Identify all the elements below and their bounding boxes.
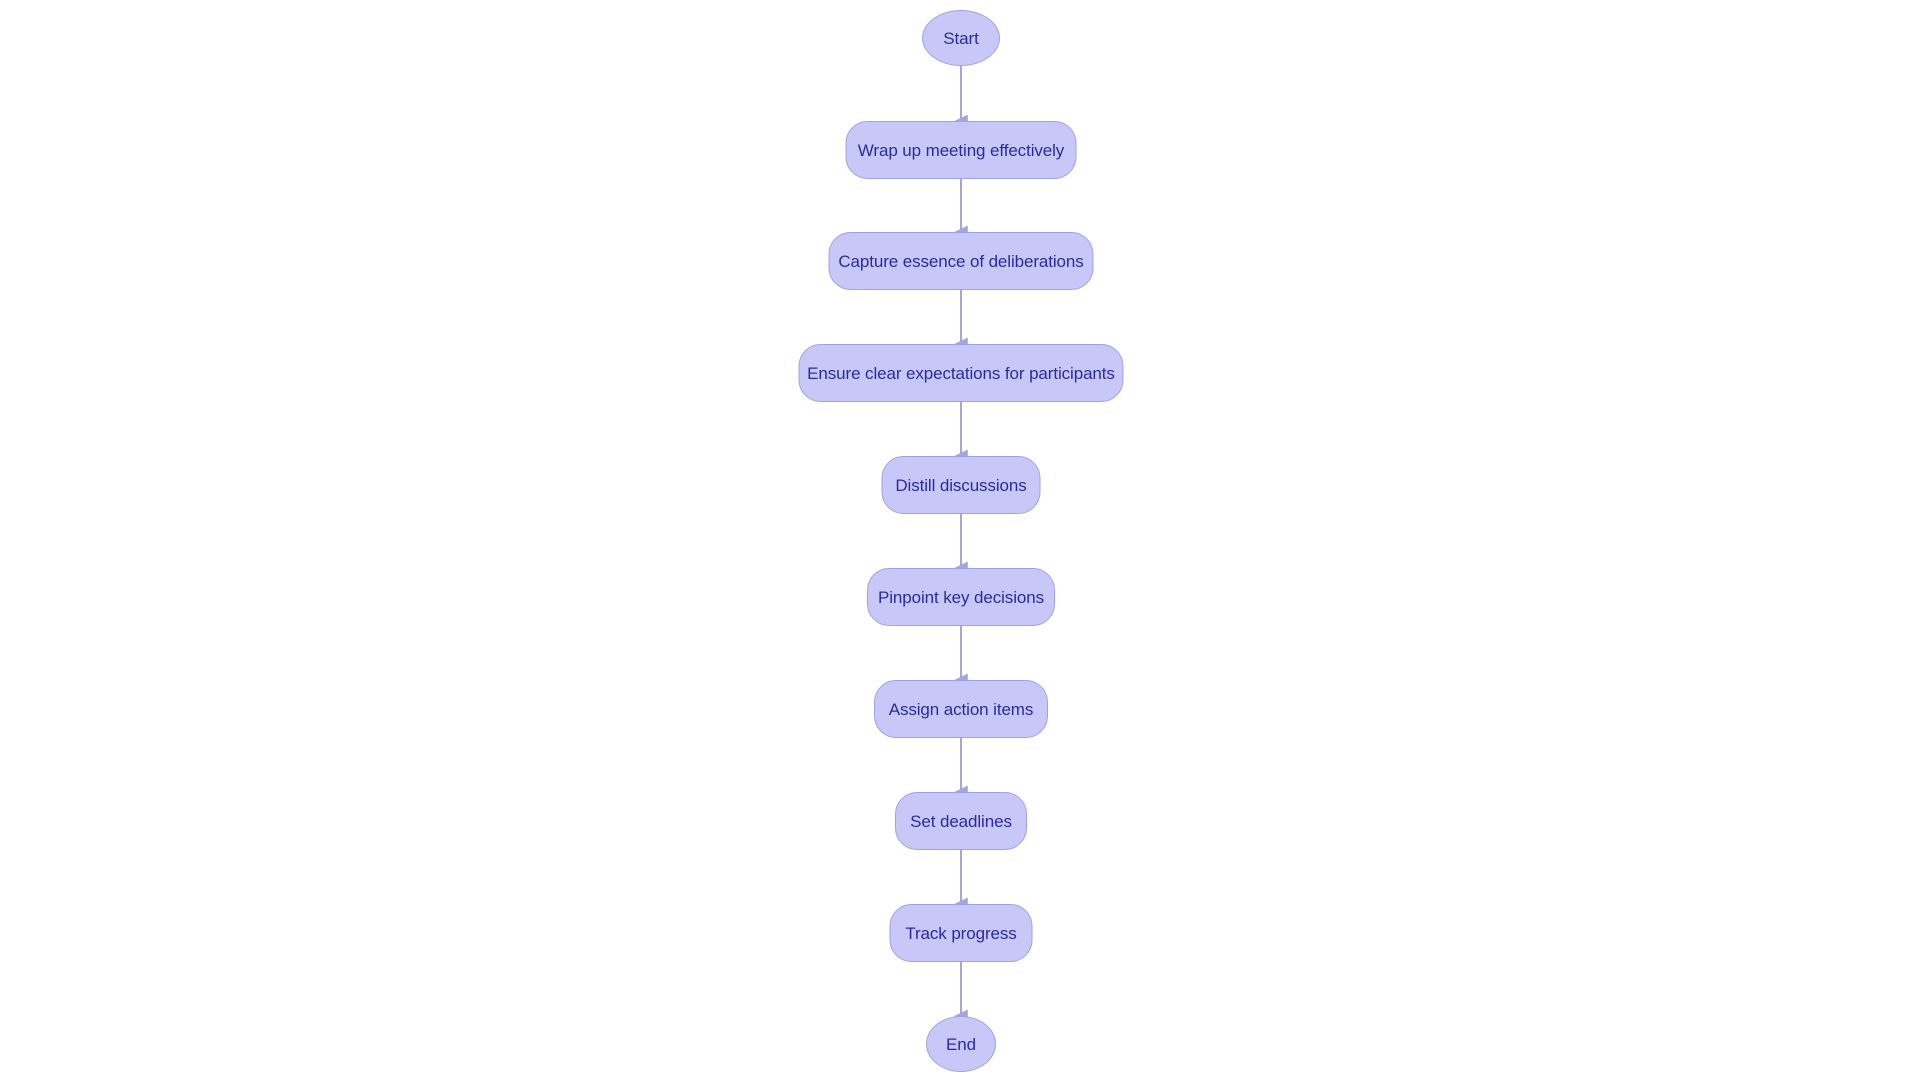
flow-node-n6[interactable]: Assign action items [874, 680, 1048, 738]
flow-node-label: Assign action items [888, 699, 1034, 719]
flow-node-label: Ensure clear expectations for participan… [807, 363, 1115, 383]
flow-node-label: Distill discussions [895, 475, 1027, 495]
flow-node-n7[interactable]: Set deadlines [895, 792, 1027, 850]
flow-node-label: Track progress [905, 923, 1017, 943]
flowchart-canvas: Start Wrap up meeting effectively Capture … [0, 0, 1920, 1080]
flow-node-n3[interactable]: Ensure clear expectations for participan… [798, 344, 1124, 402]
flow-node-label: Start [943, 28, 979, 48]
flow-node-end[interactable]: End [926, 1016, 996, 1072]
flow-node-n1[interactable]: Wrap up meeting effectively [845, 121, 1077, 179]
flow-node-n5[interactable]: Pinpoint key decisions [867, 568, 1055, 626]
flow-node-label: Capture essence of deliberations [838, 251, 1084, 271]
flow-node-n8[interactable]: Track progress [889, 904, 1033, 962]
flow-node-label: Wrap up meeting effectively [857, 140, 1065, 160]
flow-node-n4[interactable]: Distill discussions [881, 456, 1041, 514]
flow-node-label: Pinpoint key decisions [877, 587, 1044, 607]
flow-node-label: Set deadlines [910, 811, 1012, 831]
flow-node-start[interactable]: Start [922, 10, 1000, 66]
flow-node-label: End [946, 1034, 976, 1054]
flow-node-n2[interactable]: Capture essence of deliberations [828, 232, 1094, 290]
